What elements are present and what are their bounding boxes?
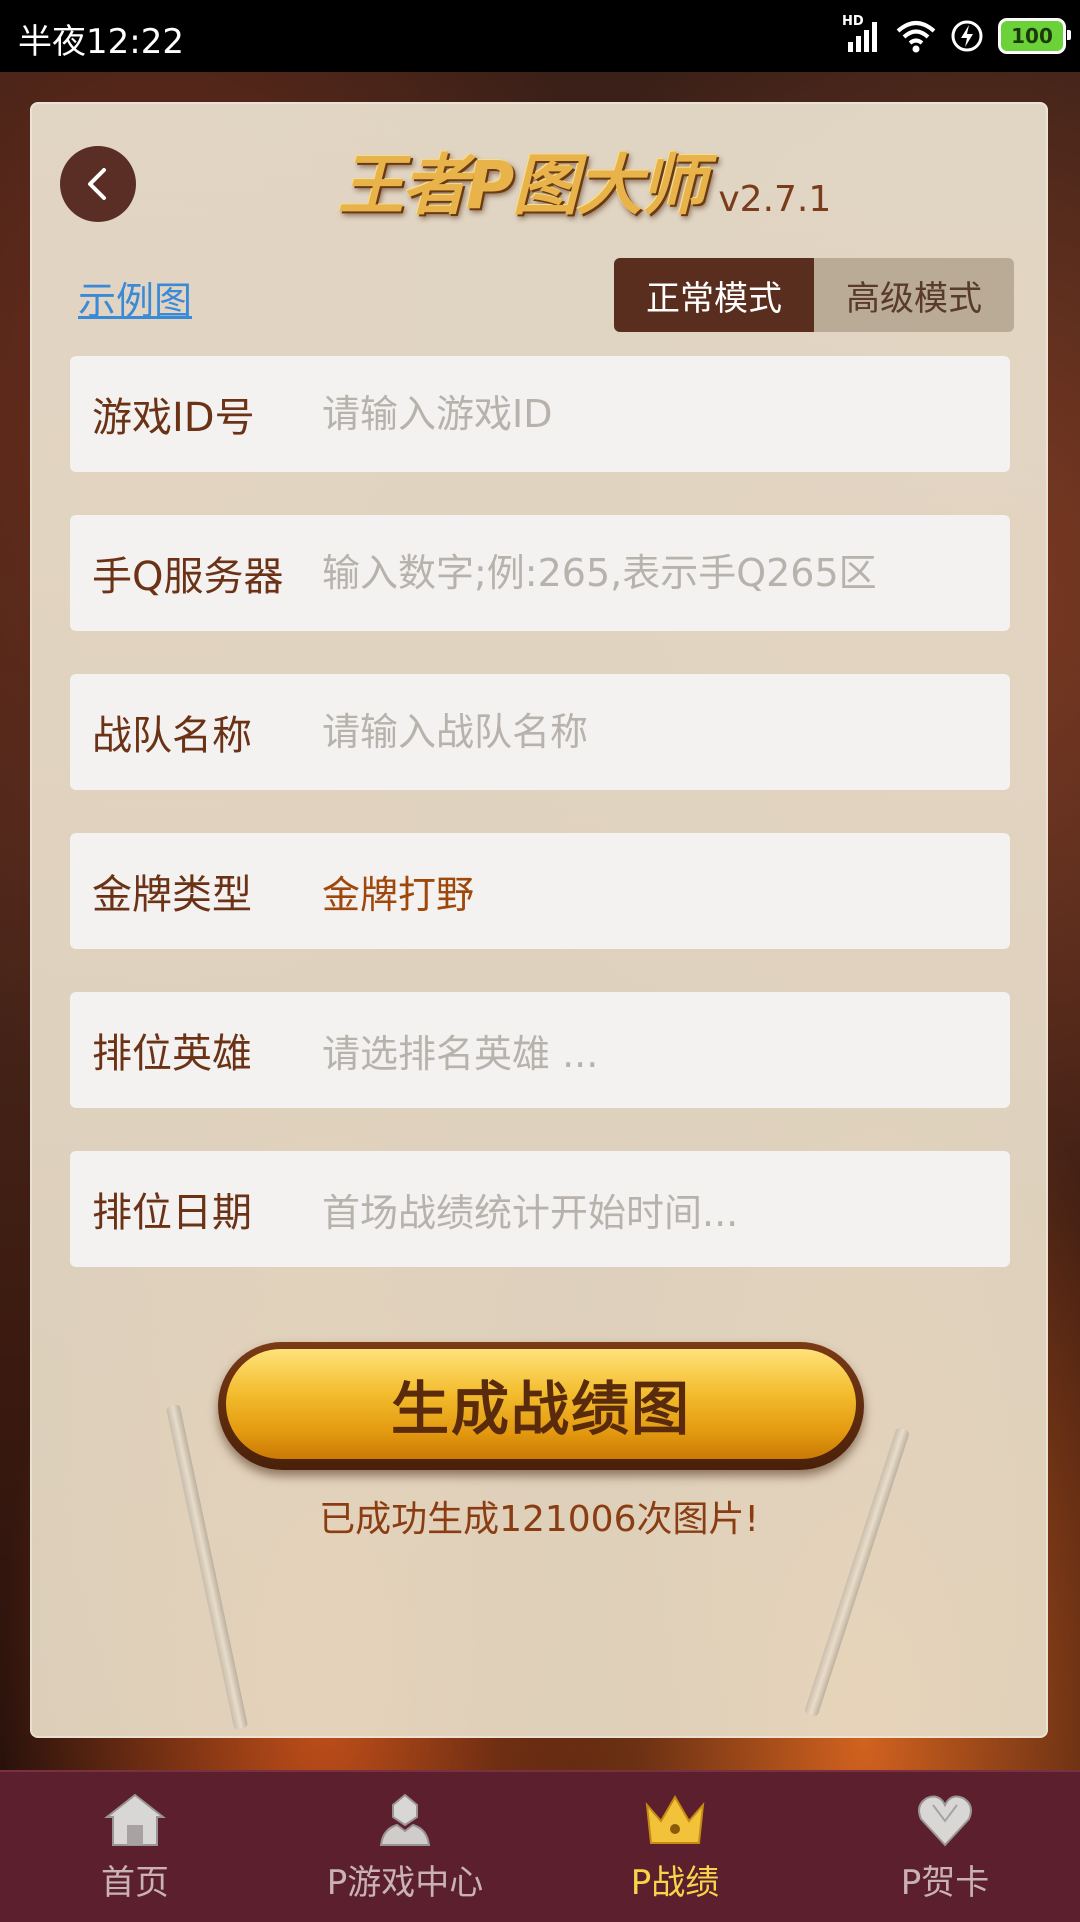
nav-label-game-center: P游戏中心 <box>326 1862 484 1903</box>
server-row: 手Q服务器 <box>70 515 1010 631</box>
medal-type-select[interactable]: 金牌打野 <box>322 864 1010 919</box>
home-icon <box>104 1793 166 1846</box>
status-icons: HD 100 <box>842 14 1071 56</box>
sword-decoration-left <box>165 1404 249 1730</box>
wifi-icon <box>896 21 936 53</box>
generate-button[interactable]: 生成战绩图 <box>218 1342 864 1470</box>
ranked-hero-label: 排位英雄 <box>92 1031 252 1077</box>
team-name-input[interactable] <box>322 674 1010 790</box>
app-version: v2.7.1 <box>718 179 832 220</box>
ranked-date-picker[interactable]: 首场战绩统计开始时间... <box>322 1182 1010 1237</box>
generate-button-label: 生成战绩图 <box>390 1375 691 1443</box>
crown-icon <box>645 1794 705 1844</box>
battery-level: 100 <box>1011 24 1053 48</box>
generate-count-text: 已成功生成121006次图片! <box>319 1499 759 1540</box>
status-time: 半夜12:22 <box>18 22 184 62</box>
nav-item-game-center[interactable]: P游戏中心 <box>270 1772 540 1922</box>
sword-decoration-right <box>803 1427 911 1717</box>
team-name-label: 战队名称 <box>92 713 252 759</box>
game-id-input[interactable] <box>322 356 1010 472</box>
status-bar: 半夜12:22 HD 100 <box>0 0 1080 72</box>
signal-icon: HD <box>842 14 882 54</box>
generate-button-face: 生成战绩图 <box>226 1349 856 1459</box>
nav-label-greeting-card: P贺卡 <box>900 1862 990 1903</box>
ranked-date-label: 排位日期 <box>92 1190 252 1236</box>
chevron-left-icon <box>88 168 106 200</box>
advanced-mode-button[interactable]: 高级模式 <box>814 258 1014 332</box>
ranked-hero-row: 排位英雄 请选排名英雄 ... <box>70 992 1010 1108</box>
nav-item-greeting-card[interactable]: P贺卡 <box>810 1772 1080 1922</box>
nav-item-records[interactable]: P战绩 <box>540 1772 810 1922</box>
title-group: 王者P图大师 v2.7.1 <box>338 147 832 228</box>
user-icon <box>379 1793 431 1846</box>
mode-toggle: 正常模式 高级模式 <box>614 258 1014 332</box>
server-label: 手Q服务器 <box>92 554 284 600</box>
nav-label-records: P战绩 <box>630 1862 720 1903</box>
example-image-link[interactable]: 示例图 <box>78 270 192 325</box>
bottom-nav: 首页 P游戏中心 P战绩 P贺卡 <box>0 1770 1080 1922</box>
nav-label-home: 首页 <box>101 1862 169 1903</box>
heart-icon <box>918 1795 972 1846</box>
back-button[interactable] <box>60 146 136 222</box>
ranked-date-row: 排位日期 首场战绩统计开始时间... <box>70 1151 1010 1267</box>
charging-icon <box>951 20 983 52</box>
nav-item-home[interactable]: 首页 <box>0 1772 270 1922</box>
medal-type-row: 金牌类型 金牌打野 <box>70 833 1010 949</box>
game-id-row: 游戏ID号 <box>70 356 1010 472</box>
form-card: 王者P图大师 v2.7.1 示例图 正常模式 高级模式 游戏ID号 手Q服务器 … <box>30 102 1048 1738</box>
normal-mode-button[interactable]: 正常模式 <box>614 258 814 332</box>
medal-type-label: 金牌类型 <box>92 872 252 918</box>
ranked-hero-select[interactable]: 请选排名英雄 ... <box>322 1023 1010 1078</box>
team-name-row: 战队名称 <box>70 674 1010 790</box>
game-id-label: 游戏ID号 <box>92 395 255 441</box>
battery-icon: 100 <box>998 18 1071 54</box>
app-title: 王者P图大师 <box>338 147 706 224</box>
server-input[interactable] <box>322 515 1010 631</box>
